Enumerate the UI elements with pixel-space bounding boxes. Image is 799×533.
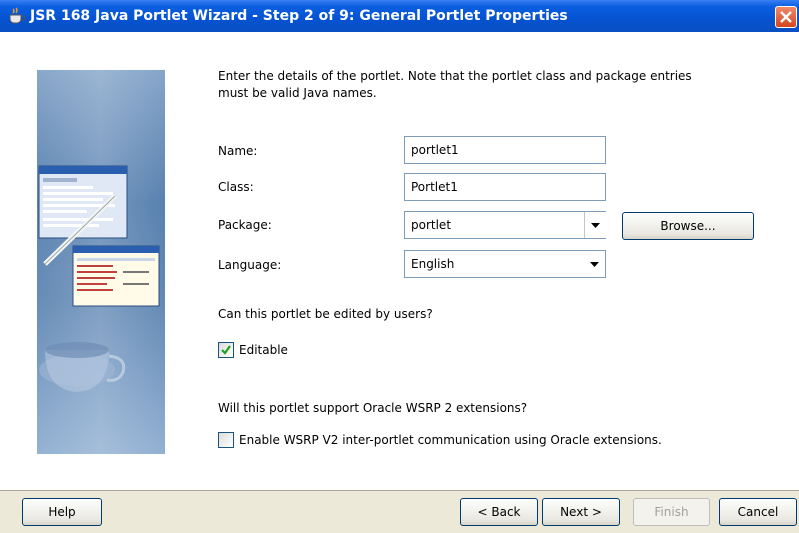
wizard-content: Enter the details of the portlet. Note t…: [0, 32, 799, 490]
editable-checkbox[interactable]: [218, 342, 234, 358]
editable-label[interactable]: Editable: [239, 343, 288, 357]
package-label: Package:: [218, 218, 272, 232]
finish-button: Finish: [633, 498, 710, 526]
edit-question: Can this portlet be edited by users?: [218, 307, 433, 321]
checkmark-icon: [221, 345, 231, 355]
wizard-illustration: [37, 70, 165, 454]
name-field[interactable]: portlet1: [404, 136, 606, 164]
title-bar[interactable]: JSR 168 Java Portlet Wizard - Step 2 of …: [0, 0, 799, 33]
chevron-down-icon: [590, 262, 599, 267]
package-combo[interactable]: portlet: [404, 211, 606, 239]
package-dropdown-button[interactable]: [584, 212, 606, 238]
name-label: Name:: [218, 144, 258, 158]
class-field[interactable]: Portlet1: [404, 173, 606, 201]
illustration-art: [37, 70, 165, 454]
coffee-cup-icon: [9, 7, 26, 24]
intro-text: Enter the details of the portlet. Note t…: [218, 69, 692, 100]
help-button[interactable]: Help: [22, 498, 102, 526]
browse-button[interactable]: Browse...: [622, 212, 754, 240]
wizard-footer: Help < Back Next > Finish Cancel: [0, 491, 799, 533]
window-title: JSR 168 Java Portlet Wizard - Step 2 of …: [30, 8, 568, 24]
wsrp-label[interactable]: Enable WSRP V2 inter-portlet communicati…: [239, 433, 662, 447]
wsrp-question: Will this portlet support Oracle WSRP 2 …: [218, 401, 528, 415]
language-value: English: [411, 257, 455, 271]
cancel-button[interactable]: Cancel: [719, 498, 797, 526]
close-button[interactable]: [775, 6, 797, 28]
back-button[interactable]: < Back: [460, 498, 538, 526]
next-button[interactable]: Next >: [542, 498, 620, 526]
package-value: portlet: [411, 218, 452, 232]
wsrp-checkbox[interactable]: [218, 432, 234, 448]
wizard-dialog: JSR 168 Java Portlet Wizard - Step 2 of …: [0, 0, 799, 533]
chevron-down-icon: [591, 223, 600, 228]
language-label: Language:: [218, 258, 282, 272]
close-icon: [780, 11, 792, 23]
language-select[interactable]: English: [404, 250, 606, 278]
class-label: Class:: [218, 180, 254, 194]
